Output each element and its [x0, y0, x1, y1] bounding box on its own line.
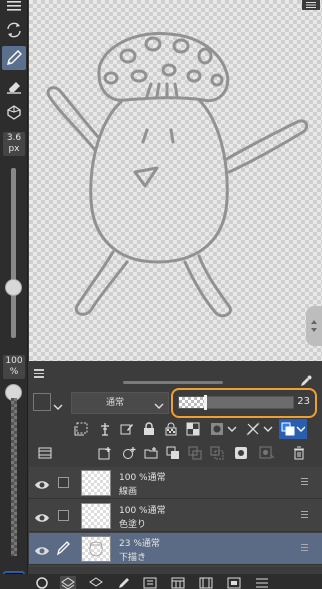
- layer-list: 100 %通常 線画 100 %通常 色塗り 23 %通常 下描き: [29, 467, 322, 567]
- material-tab-icon[interactable]: [170, 576, 186, 589]
- layer-thumbnail: [81, 470, 111, 496]
- layer-toolbar-row-2: [29, 443, 322, 465]
- eye-icon[interactable]: [34, 542, 50, 561]
- eye-icon[interactable]: [34, 476, 50, 495]
- drawing-canvas[interactable]: [29, 0, 322, 361]
- mushroom-sketch: [46, 32, 309, 318]
- layer-row[interactable]: 100 %通常 線画: [29, 467, 322, 499]
- layer-opacity-fill: [179, 397, 206, 408]
- canvas-menu-icon[interactable]: [302, 0, 320, 10]
- layer-checkbox[interactable]: [58, 477, 69, 488]
- new-folder-icon[interactable]: [141, 443, 161, 463]
- layer-palette-tab-icon[interactable]: [35, 443, 55, 463]
- transfer-to-lower-layer-icon[interactable]: [163, 443, 183, 463]
- color-wheel-icon[interactable]: [34, 576, 50, 589]
- pen-tool-icon[interactable]: [2, 46, 26, 70]
- draft-layer-icon[interactable]: [117, 419, 137, 439]
- layer-name: 下描き: [119, 553, 147, 563]
- chevron-down-icon[interactable]: [261, 419, 275, 439]
- new-vector-layer-icon[interactable]: [119, 443, 139, 463]
- layer-palette: 通常 23 100 %通常 線画 100 %通常 色塗り 23 %通常 下描き: [29, 361, 322, 589]
- create-layer-mask-icon[interactable]: [231, 443, 251, 463]
- layer-opacity-slider[interactable]: [178, 395, 294, 410]
- lock-transparency-icon[interactable]: [161, 419, 181, 439]
- brush-opacity-value: 100: [5, 356, 23, 366]
- new-raster-layer-icon[interactable]: [95, 443, 115, 463]
- reference-layer-icon[interactable]: [95, 419, 115, 439]
- layer-blend-label: 100 %通常: [119, 473, 166, 483]
- chevron-down-icon[interactable]: [53, 396, 63, 415]
- apply-mask-icon[interactable]: [257, 443, 277, 463]
- brush-size-slider-knob[interactable]: [5, 279, 22, 296]
- combine-to-lower-layer-icon[interactable]: [185, 443, 205, 463]
- layer-blend-label: 100 %通常: [119, 506, 166, 516]
- navigator-tab-icon[interactable]: [226, 576, 242, 589]
- palette-header: [29, 361, 322, 387]
- menu-icon[interactable]: [2, 0, 26, 12]
- layer-property-tab-icon[interactable]: [88, 576, 104, 589]
- brush-size-value: 3.6: [6, 133, 22, 143]
- layer-opacity-control: 23: [171, 388, 317, 418]
- bottom-palette-bar: [0, 574, 322, 589]
- layer-color-box[interactable]: [33, 393, 51, 411]
- drag-handle-icon[interactable]: [301, 478, 308, 487]
- clip-layer-icon[interactable]: [71, 419, 91, 439]
- layer-mask-icon[interactable]: [207, 419, 227, 439]
- drag-handle-icon[interactable]: [301, 511, 308, 520]
- brush-size-readout[interactable]: 3.6 px: [3, 132, 25, 156]
- layer-tab-icon[interactable]: [60, 576, 76, 589]
- palette-menu-icon[interactable]: [34, 369, 44, 378]
- brush-opacity-unit: %: [9, 367, 19, 377]
- layer-name: 色塗り: [119, 520, 147, 530]
- drag-handle-icon[interactable]: [301, 544, 308, 553]
- layer-color-icon[interactable]: [279, 419, 307, 439]
- tool-property-tab-icon[interactable]: [142, 576, 158, 589]
- chevron-down-icon[interactable]: [225, 419, 239, 439]
- layer-opacity-value: 23: [297, 396, 310, 407]
- layer-thumbnail: [81, 536, 111, 562]
- blend-mode-select[interactable]: 通常: [71, 392, 169, 414]
- history-tab-icon[interactable]: [254, 576, 270, 589]
- eraser-tool-icon[interactable]: [2, 74, 26, 98]
- tool-bar: 3.6 px 100 %: [0, 0, 28, 589]
- layer-checkbox[interactable]: [58, 510, 69, 521]
- sub-tool-tab-icon[interactable]: [116, 576, 132, 589]
- fill-tool-icon[interactable]: [2, 100, 26, 124]
- chevron-down-icon: [154, 398, 164, 418]
- app-window: 3.6 px 100 % 通常 23 100 %通常 線画 100 %通常 色塗…: [0, 0, 322, 589]
- layer-row[interactable]: 100 %通常 色塗り: [29, 500, 322, 532]
- layer-property-row: 通常 23: [29, 388, 322, 418]
- brush-opacity-slider[interactable]: [11, 398, 17, 556]
- transform-tool-icon[interactable]: [2, 18, 26, 42]
- lock-icon[interactable]: [139, 419, 159, 439]
- pen-icon: [55, 540, 71, 560]
- mask-icon[interactable]: [183, 419, 203, 439]
- layer-name: 線画: [119, 487, 138, 497]
- palette-drag-handle[interactable]: [123, 381, 223, 384]
- layer-thumbnail: [81, 503, 111, 529]
- brush-size-slider[interactable]: [11, 168, 16, 338]
- layer-opacity-thumb[interactable]: [204, 395, 208, 410]
- ruler-icon[interactable]: [243, 419, 263, 439]
- layer-toolbar-row-1: [29, 419, 322, 441]
- canvas-scroll-handle[interactable]: [306, 306, 322, 346]
- blend-mode-value: 通常: [106, 398, 125, 408]
- merge-selected-layers-icon[interactable]: [207, 443, 227, 463]
- brush-opacity-readout[interactable]: 100 %: [3, 355, 25, 379]
- animation-tab-icon[interactable]: [198, 576, 214, 589]
- layer-row-selected[interactable]: 23 %通常 下描き: [29, 533, 322, 565]
- brush-size-unit: px: [8, 144, 20, 154]
- layer-blend-label: 23 %通常: [119, 539, 160, 549]
- trash-icon[interactable]: [289, 443, 309, 463]
- eye-icon[interactable]: [34, 509, 50, 528]
